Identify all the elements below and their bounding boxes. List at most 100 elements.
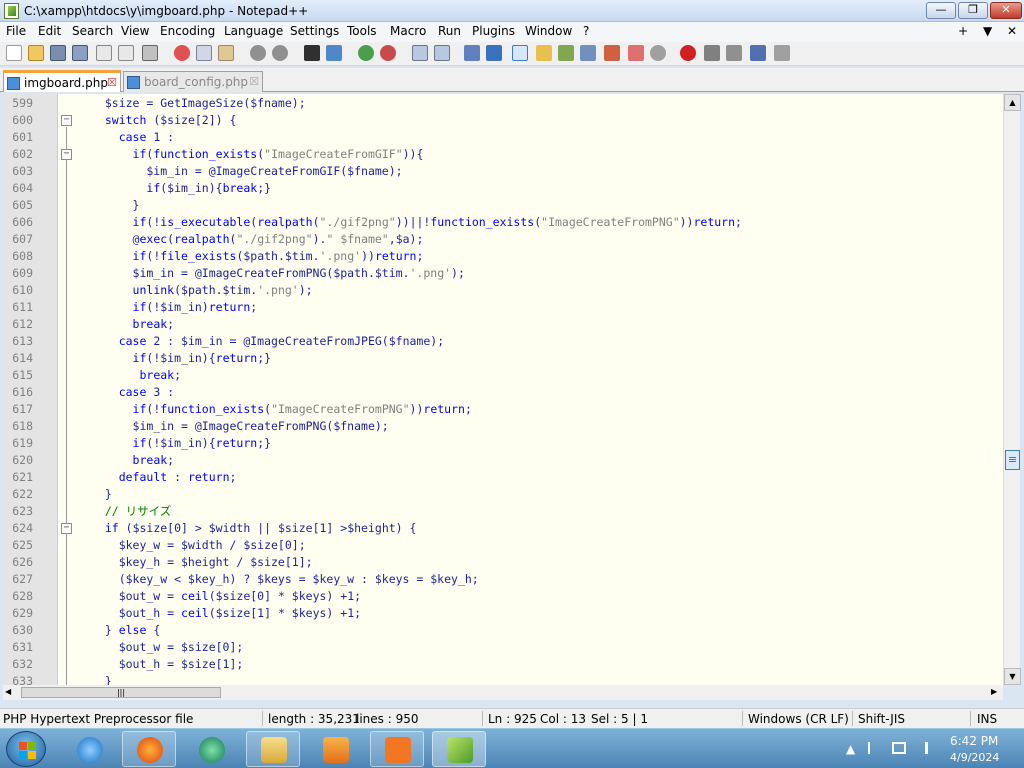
monitoring-icon[interactable] bbox=[628, 45, 644, 61]
show-hidden-icons-button[interactable]: ▲ bbox=[846, 742, 855, 756]
fold-toggle-icon[interactable]: − bbox=[61, 523, 72, 534]
code-line[interactable]: 623 // リサイズ bbox=[3, 503, 1003, 520]
menu-language[interactable]: Language bbox=[224, 24, 283, 38]
code-line[interactable]: 628 $out_w = ceil($size[0] * $keys) +1; bbox=[3, 588, 1003, 605]
close-all-icon[interactable] bbox=[118, 45, 134, 61]
close-file-icon[interactable] bbox=[96, 45, 112, 61]
word-wrap-icon[interactable] bbox=[464, 45, 480, 61]
save-icon[interactable] bbox=[50, 45, 66, 61]
scroll-down-button[interactable]: ▼ bbox=[1004, 668, 1021, 685]
function-list-icon[interactable] bbox=[580, 45, 596, 61]
sync-horizontal-icon[interactable] bbox=[434, 45, 450, 61]
show-all-chars-icon[interactable] bbox=[486, 45, 502, 61]
code-line[interactable]: 627 ($key_w < $key_h) ? $keys = $key_w :… bbox=[3, 571, 1003, 588]
open-file-icon[interactable] bbox=[28, 45, 44, 61]
new-tab-button[interactable]: + bbox=[958, 24, 968, 38]
code-line[interactable]: 615 break; bbox=[3, 367, 1003, 384]
code-line[interactable]: 611 if(!$im_in)return; bbox=[3, 299, 1003, 316]
code-line[interactable]: 614 if(!$im_in){return;} bbox=[3, 350, 1003, 367]
chat-icon[interactable] bbox=[184, 731, 238, 767]
user-language-icon[interactable] bbox=[536, 45, 552, 61]
code-line[interactable]: 626 $key_h = $height / $size[1]; bbox=[3, 554, 1003, 571]
undo-icon[interactable] bbox=[250, 45, 266, 61]
menu-settings[interactable]: Settings bbox=[290, 24, 339, 38]
menu-search[interactable]: Search bbox=[72, 24, 113, 38]
code-line[interactable]: 612 break; bbox=[3, 316, 1003, 333]
firefox-icon[interactable] bbox=[122, 731, 176, 767]
volume-muted-icon[interactable] bbox=[916, 742, 928, 754]
code-line[interactable]: 619 if(!$im_in){return;} bbox=[3, 435, 1003, 452]
doc-map-icon[interactable] bbox=[558, 45, 574, 61]
new-file-icon[interactable] bbox=[6, 45, 22, 61]
tab-close-icon[interactable]: ☒ bbox=[107, 73, 117, 93]
status-eol[interactable]: Windows (CR LF) bbox=[748, 712, 849, 726]
maximize-button[interactable]: ❐ bbox=[958, 2, 988, 19]
start-button[interactable] bbox=[6, 731, 46, 767]
media-player-icon[interactable] bbox=[308, 731, 362, 767]
notepadpp-app-icon[interactable] bbox=[4, 3, 19, 19]
sync-vertical-icon[interactable] bbox=[412, 45, 428, 61]
code-line[interactable]: 599 $size = GetImageSize($fname); bbox=[3, 95, 1003, 112]
menu-encoding[interactable]: Encoding bbox=[160, 24, 215, 38]
code-line[interactable]: 617 if(!function_exists("ImageCreateFrom… bbox=[3, 401, 1003, 418]
clock-time[interactable]: 6:42 PM bbox=[950, 734, 998, 748]
tab-list-dropdown[interactable]: ▼ bbox=[983, 24, 992, 38]
code-line[interactable]: 631 $out_w = $size[0]; bbox=[3, 639, 1003, 656]
code-line[interactable]: 621 default : return; bbox=[3, 469, 1003, 486]
print-icon[interactable] bbox=[142, 45, 158, 61]
fold-toggle-icon[interactable]: − bbox=[61, 149, 72, 160]
internet-explorer-icon[interactable] bbox=[62, 731, 116, 767]
paste-icon[interactable] bbox=[218, 45, 234, 61]
code-line[interactable]: 606 if(!is_executable(realpath("./gif2pn… bbox=[3, 214, 1003, 231]
menu-macro[interactable]: Macro bbox=[390, 24, 426, 38]
code-line[interactable]: 625 $key_w = $width / $size[0]; bbox=[3, 537, 1003, 554]
tab-board-config[interactable]: board_config.php ☒ bbox=[123, 71, 263, 92]
code-line[interactable]: 622 } bbox=[3, 486, 1003, 503]
menu-run[interactable]: Run bbox=[438, 24, 461, 38]
xampp-icon[interactable] bbox=[370, 731, 424, 767]
scroll-thumb[interactable]: ≡ bbox=[1005, 450, 1020, 470]
clock-date[interactable]: 4/9/2024 bbox=[950, 751, 999, 764]
fold-toggle-icon[interactable]: − bbox=[61, 115, 72, 126]
vertical-scrollbar[interactable]: ▲ ≡ ▼ bbox=[1003, 94, 1021, 685]
code-line[interactable]: 609 $im_in = @ImageCreateFromPNG($path.$… bbox=[3, 265, 1003, 282]
code-editor[interactable]: 599 $size = GetImageSize($fname); 600− sw… bbox=[3, 94, 1020, 685]
menu-window[interactable]: Window bbox=[525, 24, 572, 38]
code-line[interactable]: 616 case 3 : bbox=[3, 384, 1003, 401]
action-center-flag-icon[interactable] bbox=[868, 742, 880, 754]
menu-view[interactable]: View bbox=[121, 24, 149, 38]
code-line[interactable]: 610 unlink($path.$tim.'.png'); bbox=[3, 282, 1003, 299]
scroll-right-button[interactable]: ▶ bbox=[991, 687, 997, 696]
cut-icon[interactable] bbox=[174, 45, 190, 61]
code-line[interactable]: 618 $im_in = @ImageCreateFromPNG($fname)… bbox=[3, 418, 1003, 435]
code-line[interactable]: 605 } bbox=[3, 197, 1003, 214]
menu-tools[interactable]: Tools bbox=[347, 24, 377, 38]
code-line[interactable]: 630 } else { bbox=[3, 622, 1003, 639]
record-macro-icon[interactable] bbox=[680, 45, 696, 61]
code-line[interactable]: 604 if($im_in){break;} bbox=[3, 180, 1003, 197]
tab-imgboard[interactable]: imgboard.php ☒ bbox=[3, 70, 121, 92]
menu-file[interactable]: File bbox=[6, 24, 26, 38]
eye-icon[interactable] bbox=[650, 45, 666, 61]
horizontal-scrollbar[interactable]: ◀ ||| ▶ bbox=[3, 685, 1003, 700]
code-line[interactable]: 613 case 2 : $im_in = @ImageCreateFromJP… bbox=[3, 333, 1003, 350]
minimize-button[interactable]: — bbox=[926, 2, 956, 19]
status-insert-mode[interactable]: INS bbox=[977, 712, 997, 726]
code-line[interactable]: 633 } bbox=[3, 673, 1003, 685]
code-line[interactable]: 601 case 1 : bbox=[3, 129, 1003, 146]
stop-macro-icon[interactable] bbox=[704, 45, 720, 61]
code-line[interactable]: 607 @exec(realpath("./gif2png")." $fname… bbox=[3, 231, 1003, 248]
code-line[interactable]: 629 $out_h = ceil($size[1] * $keys) +1; bbox=[3, 605, 1003, 622]
indent-guide-icon[interactable] bbox=[512, 45, 528, 61]
code-line[interactable]: 632 $out_h = $size[1]; bbox=[3, 656, 1003, 673]
network-icon[interactable] bbox=[892, 742, 906, 754]
code-line[interactable]: 602 − if(function_exists("ImageCreateFrom… bbox=[3, 146, 1003, 163]
code-line[interactable]: 620 break; bbox=[3, 452, 1003, 469]
run-macro-multiple-icon[interactable] bbox=[750, 45, 766, 61]
save-all-icon[interactable] bbox=[72, 45, 88, 61]
code-line[interactable]: 608 if(!file_exists($path.$tim.'.png'))r… bbox=[3, 248, 1003, 265]
notepadpp-icon[interactable] bbox=[432, 731, 486, 767]
replace-icon[interactable] bbox=[326, 45, 342, 61]
menu-help[interactable]: ? bbox=[583, 24, 589, 38]
code-line[interactable]: 624 − if ($size[0] > $width || $size[1] >… bbox=[3, 520, 1003, 537]
